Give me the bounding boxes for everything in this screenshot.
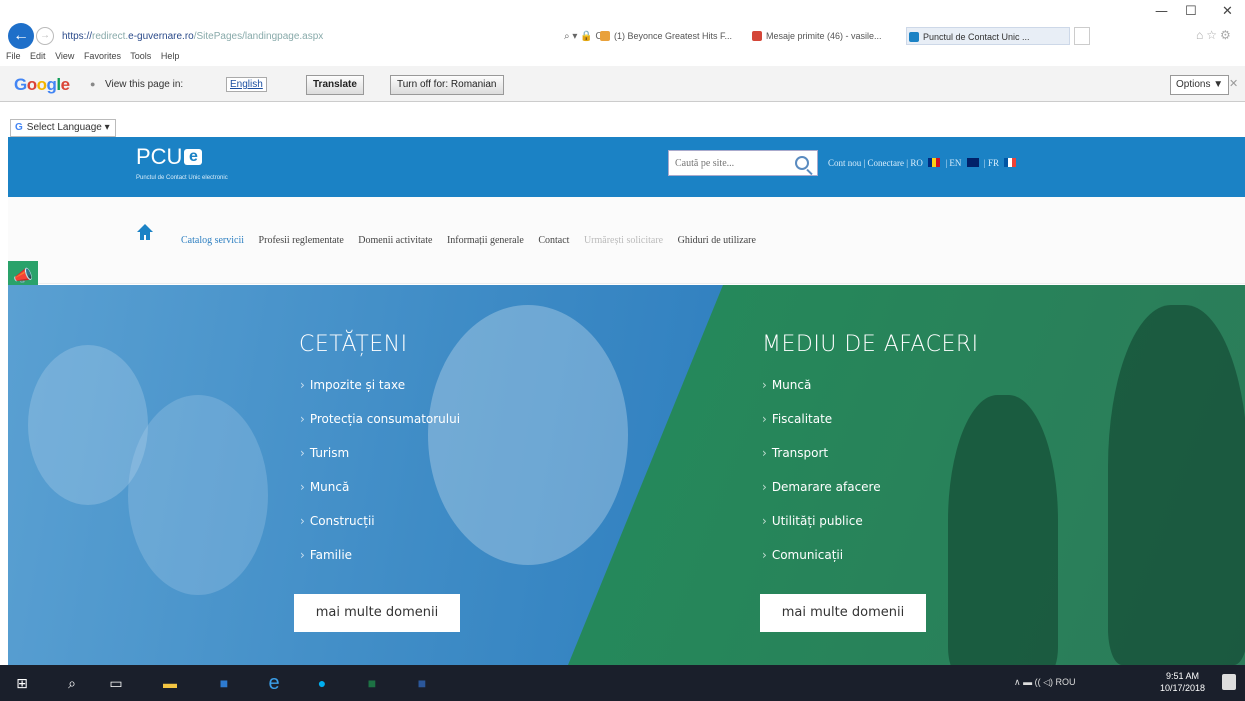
list-item[interactable]: Impozite și taxe: [300, 378, 460, 412]
browser-titlebar: — ☐ ✕ ← → https://redirect.e-guvernare.r…: [0, 0, 1245, 50]
crowd-shape: [128, 395, 268, 595]
back-button[interactable]: ←: [8, 23, 34, 49]
close-button[interactable]: ✕: [1222, 4, 1233, 19]
menu-file[interactable]: File: [6, 51, 21, 61]
header-links[interactable]: Cont nou | Conectare | RO | EN | FR: [828, 158, 1019, 168]
clock-time: 9:51 AM: [1166, 671, 1200, 681]
flag-fr-icon: [1004, 158, 1017, 167]
address-bar[interactable]: https://redirect.e-guvernare.ro/SitePage…: [62, 29, 392, 45]
list-item[interactable]: Construcții: [300, 514, 460, 548]
tab-3-active[interactable]: Punctul de Contact Unic ...: [906, 27, 1070, 45]
list-item[interactable]: Protecția consumatorului: [300, 412, 460, 446]
turn-off-button[interactable]: Turn off for: Romanian: [390, 75, 504, 95]
list-item[interactable]: Comunicații: [762, 548, 881, 582]
businessman-shape: [948, 395, 1058, 665]
url-scheme: https://: [62, 31, 93, 42]
new-tab-button[interactable]: [1074, 27, 1090, 45]
nav-ghiduri[interactable]: Ghiduri de utilizare: [678, 235, 756, 246]
forward-button[interactable]: →: [36, 27, 54, 45]
citizens-more-button[interactable]: mai multe domenii: [294, 594, 460, 632]
nav-domenii[interactable]: Domenii activitate: [358, 235, 432, 246]
tab-favicon: [752, 31, 762, 41]
restore-button[interactable]: ☐: [1185, 4, 1197, 19]
minimize-button[interactable]: —: [1155, 4, 1168, 19]
flag-ro-icon: [928, 158, 941, 167]
target-language-select[interactable]: English: [226, 77, 267, 92]
flag-uk-icon: [966, 158, 979, 167]
toolbar-icons[interactable]: ⌂☆⚙: [1196, 28, 1234, 42]
file-explorer-icon[interactable]: ▬: [160, 673, 180, 693]
nav-informatii[interactable]: Informații generale: [447, 235, 524, 246]
notification-icon[interactable]: [1222, 674, 1236, 690]
clock-date: 10/17/2018: [1160, 683, 1206, 693]
task-view-icon[interactable]: ▭: [106, 673, 126, 693]
outlook-icon[interactable]: ■: [214, 673, 234, 693]
site-search: [668, 150, 818, 176]
start-icon[interactable]: ⊞: [12, 673, 32, 693]
select-language-dropdown[interactable]: G Select Language ▾: [10, 119, 116, 137]
list-item[interactable]: Fiscalitate: [762, 412, 881, 446]
nav-profesii[interactable]: Profesii reglementate: [259, 235, 344, 246]
google-translate-bar: Google ● View this page in: English Tran…: [0, 66, 1245, 102]
nav-links: Catalog servicii Profesii reglementate D…: [181, 235, 768, 246]
list-item[interactable]: Familie: [300, 548, 460, 582]
business-list: Muncă Fiscalitate Transport Demarare afa…: [762, 378, 881, 582]
citizens-list: Impozite și taxe Protecția consumatorulu…: [300, 378, 460, 582]
search-icon[interactable]: [795, 156, 809, 170]
url-path: /SitePages/landingpage.aspx: [193, 31, 324, 42]
tab-1[interactable]: (1) Beyonce Greatest Hits F...: [598, 27, 748, 45]
tab-label: (1) Beyonce Greatest Hits F...: [614, 31, 733, 41]
url-domain: e-guvernare.ro: [128, 31, 194, 42]
url-subdomain: redirect.: [92, 31, 129, 42]
list-item[interactable]: Muncă: [762, 378, 881, 412]
business-title: MEDIU DE AFACERI: [762, 332, 979, 357]
address-tools[interactable]: ⌕ ▾ 🔒 C: [564, 29, 603, 45]
tab-label: Punctul de Contact Unic ...: [923, 32, 1030, 42]
internet-explorer-icon[interactable]: e: [264, 673, 284, 693]
translate-button[interactable]: Translate: [306, 75, 364, 95]
menu-tools[interactable]: Tools: [130, 51, 151, 61]
list-item[interactable]: Muncă: [300, 480, 460, 514]
site-header: PCU e Punctul de Contact Unic electronic …: [8, 137, 1245, 197]
menu-edit[interactable]: Edit: [30, 51, 46, 61]
list-item[interactable]: Transport: [762, 446, 881, 480]
list-item[interactable]: Utilități publice: [762, 514, 881, 548]
search-input[interactable]: [669, 151, 779, 175]
tab-2[interactable]: Mesaje primite (46) - vasile...: [750, 27, 902, 45]
tab-favicon: [909, 32, 919, 42]
options-button[interactable]: Options ▼: [1170, 75, 1230, 95]
list-item[interactable]: Turism: [300, 446, 460, 480]
hero-banner: CETĂȚENI Impozite și taxe Protecția cons…: [8, 285, 1245, 665]
business-more-button[interactable]: mai multe domenii: [760, 594, 926, 632]
nav-catalog-servicii[interactable]: Catalog servicii: [181, 235, 244, 246]
businessman-shape: [1108, 305, 1245, 665]
main-nav: Catalog servicii Profesii reglementate D…: [8, 197, 1245, 284]
skype-icon[interactable]: ●: [312, 673, 332, 693]
search-icon[interactable]: ⌕: [62, 673, 82, 693]
nav-urmaresti[interactable]: Urmărești solicitare: [584, 235, 663, 246]
word-icon[interactable]: ■: [412, 673, 432, 693]
windows-taskbar: ⊞ ⌕ ▭ ▬ ■ e ● ■ ■ ∧ ▬ (( ◁) ROU 9:51 AM …: [0, 665, 1245, 701]
menu-help[interactable]: Help: [161, 51, 180, 61]
tab-label: Mesaje primite (46) - vasile...: [766, 31, 882, 41]
pcu-logo[interactable]: PCU e Punctul de Contact Unic electronic: [136, 145, 228, 182]
lock-icon: ●: [90, 79, 96, 89]
clock[interactable]: 9:51 AM 10/17/2018: [1160, 670, 1205, 694]
select-language-row: G Select Language ▾: [0, 117, 1245, 137]
list-item[interactable]: Demarare afacere: [762, 480, 881, 514]
nav-contact[interactable]: Contact: [538, 235, 569, 246]
menu-bar: File Edit View Favorites Tools Help: [6, 51, 186, 65]
home-icon[interactable]: [136, 223, 154, 241]
system-tray[interactable]: ∧ ▬ (( ◁) ROU: [1014, 677, 1076, 688]
google-logo: Google: [14, 75, 70, 94]
citizens-title: CETĂȚENI: [299, 332, 408, 357]
excel-icon[interactable]: ■: [362, 673, 382, 693]
tab-favicon: [600, 31, 610, 41]
close-icon[interactable]: ✕: [1229, 77, 1238, 90]
menu-favorites[interactable]: Favorites: [84, 51, 121, 61]
logo-subtitle: Punctul de Contact Unic electronic: [136, 175, 228, 181]
translate-prompt: View this page in:: [105, 79, 184, 90]
menu-view[interactable]: View: [55, 51, 74, 61]
